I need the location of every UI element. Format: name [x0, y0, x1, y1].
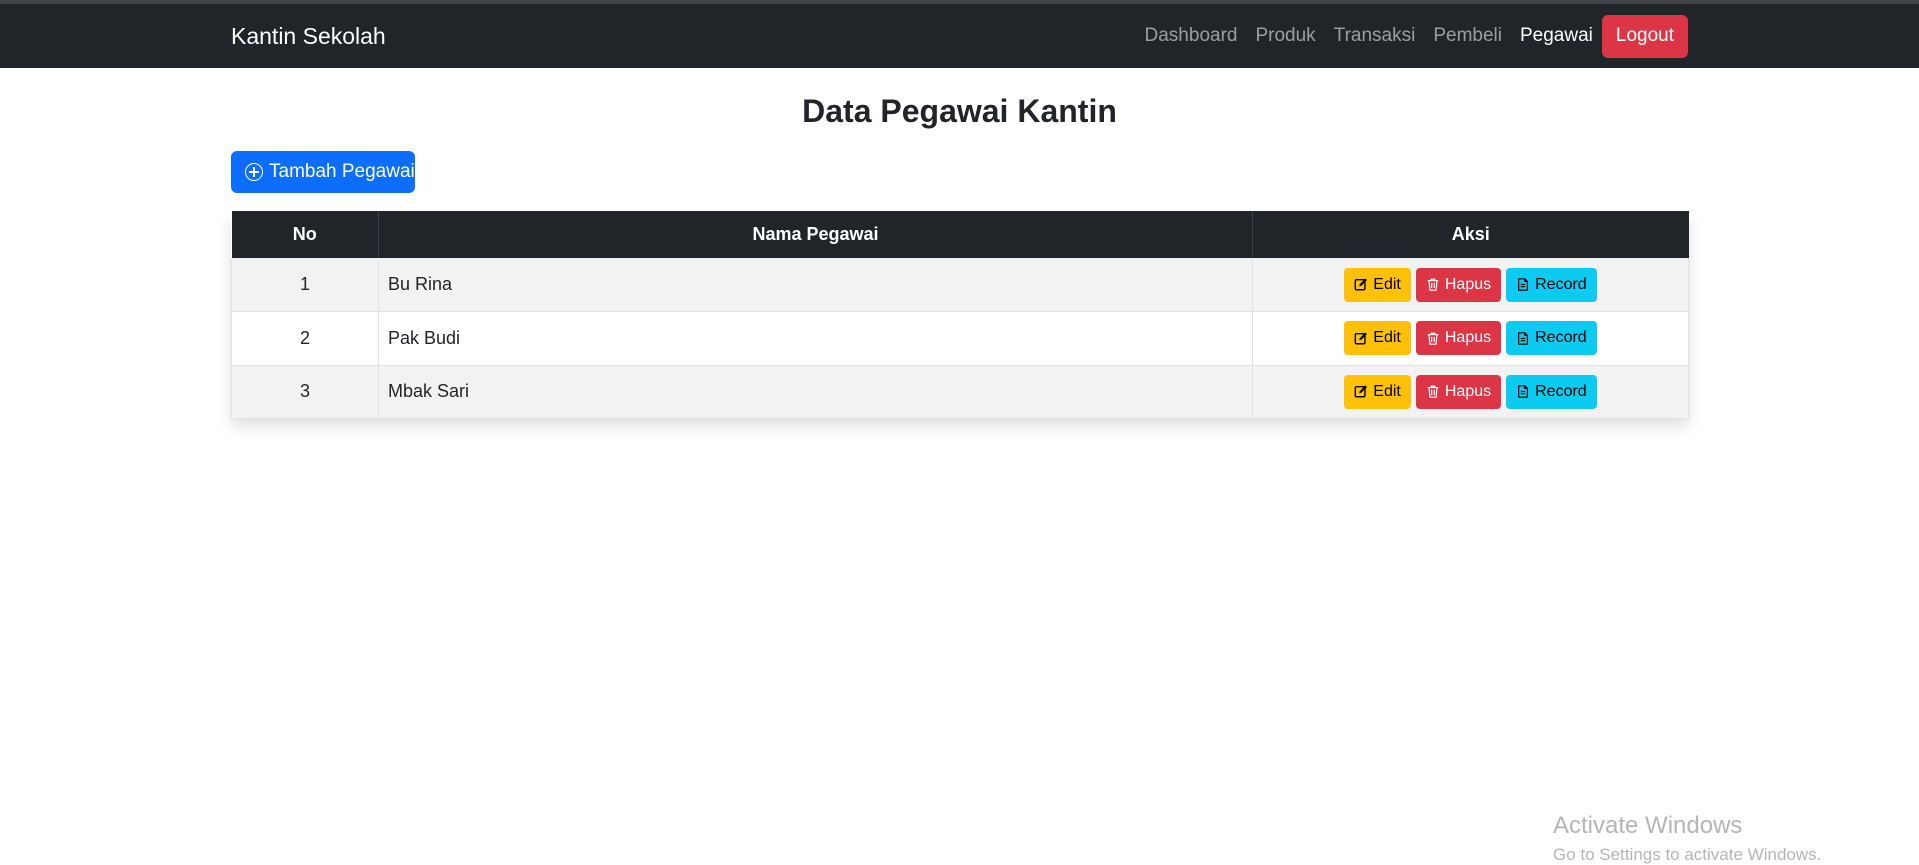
nav-link-dashboard[interactable]: Dashboard	[1136, 25, 1247, 47]
edit-icon	[1354, 278, 1368, 291]
trash-icon	[1427, 278, 1439, 291]
cell-no: 2	[231, 311, 379, 366]
page-title: Data Pegawai Kantin	[802, 93, 1117, 129]
delete-label: Hapus	[1444, 382, 1492, 400]
edit-label: Edit	[1373, 275, 1401, 293]
cell-employee-name: Mbak Sari	[378, 365, 1253, 419]
cell-employee-name: Pak Budi	[378, 311, 1253, 366]
delete-button[interactable]: Hapus	[1415, 267, 1502, 302]
record-button[interactable]: Record	[1506, 267, 1597, 302]
record-label: Record	[1535, 382, 1587, 400]
nav-link-pegawai[interactable]: Pegawai	[1511, 25, 1602, 47]
nav-link-produk[interactable]: Produk	[1246, 25, 1324, 47]
trash-icon	[1427, 332, 1439, 345]
record-button[interactable]: Record	[1506, 321, 1597, 356]
nav-link-pembeli[interactable]: Pembeli	[1424, 25, 1511, 47]
document-icon	[1518, 331, 1529, 345]
edit-label: Edit	[1373, 329, 1401, 347]
table-row: 3 Mbak Sari Edit Hapus Record	[231, 365, 1689, 419]
delete-button[interactable]: Hapus	[1415, 321, 1502, 356]
employee-table-container: No Nama Pegawai Aksi 1 Bu Rina Edit Hapus Re…	[231, 211, 1689, 419]
row-actions: Edit Hapus Record	[1262, 374, 1679, 409]
header-name: Nama Pegawai	[378, 211, 1253, 258]
edit-button[interactable]: Edit	[1344, 374, 1411, 409]
table-row: 2 Pak Budi Edit Hapus Record	[231, 311, 1689, 366]
plus-circle-icon	[245, 163, 263, 181]
edit-button[interactable]: Edit	[1344, 267, 1411, 302]
document-icon	[1518, 385, 1529, 399]
cell-actions: Edit Hapus Record	[1252, 365, 1689, 419]
add-employee-label: Tambah Pegawai	[269, 161, 415, 182]
cell-employee-name: Bu Rina	[378, 258, 1253, 312]
row-actions: Edit Hapus Record	[1262, 321, 1679, 356]
edit-label: Edit	[1373, 382, 1401, 400]
cell-no: 1	[231, 258, 379, 312]
record-button[interactable]: Record	[1506, 374, 1597, 409]
edit-icon	[1354, 332, 1368, 345]
delete-label: Hapus	[1444, 329, 1492, 347]
edit-button[interactable]: Edit	[1344, 321, 1411, 356]
employee-table: No Nama Pegawai Aksi 1 Bu Rina Edit Hapus Re…	[231, 211, 1689, 419]
record-label: Record	[1535, 275, 1587, 293]
nav-link-transaksi[interactable]: Transaksi	[1325, 25, 1425, 47]
navbar-links: Dashboard Produk Transaksi Pembeli Pegaw…	[1136, 4, 1688, 68]
activation-watermark-title: Activate Windows	[1553, 812, 1743, 839]
top-navbar: Kantin Sekolah Dashboard Produk Transaks…	[0, 4, 1919, 68]
table-row: 1 Bu Rina Edit Hapus Record	[231, 258, 1689, 312]
activation-watermark-subtitle: Go to Settings to activate Windows.	[1553, 845, 1822, 864]
trash-icon	[1427, 385, 1439, 399]
header-no: No	[231, 211, 379, 258]
delete-label: Hapus	[1444, 275, 1492, 293]
add-employee-button[interactable]: Tambah Pegawai	[231, 151, 415, 193]
edit-icon	[1354, 385, 1368, 398]
cell-actions: Edit Hapus Record	[1252, 258, 1689, 312]
document-icon	[1518, 278, 1529, 291]
header-actions: Aksi	[1252, 211, 1689, 258]
cell-no: 3	[231, 365, 379, 419]
logout-button[interactable]: Logout	[1601, 14, 1688, 58]
cell-actions: Edit Hapus Record	[1252, 311, 1689, 366]
record-label: Record	[1535, 329, 1587, 347]
table-header-row: No Nama Pegawai Aksi	[231, 211, 1689, 258]
delete-button[interactable]: Hapus	[1415, 374, 1502, 409]
navbar-brand[interactable]: Kantin Sekolah	[231, 4, 386, 68]
row-actions: Edit Hapus Record	[1262, 267, 1679, 302]
